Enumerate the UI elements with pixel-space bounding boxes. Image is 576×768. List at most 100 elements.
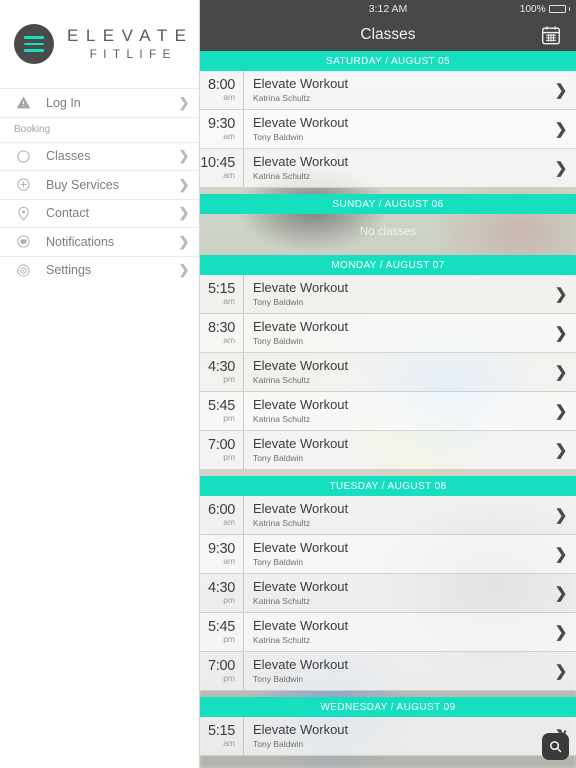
class-time-meridiem: pm: [223, 412, 235, 423]
class-time: 4:30 pm: [200, 574, 244, 612]
plus-circle-icon: [0, 177, 46, 192]
class-row[interactable]: 4:30 pm Elevate Workout Katrina Schultz ❯: [200, 353, 576, 392]
class-time-value: 4:30: [207, 579, 235, 596]
class-instructor: Tony Baldwin: [253, 453, 304, 464]
day-header: SUNDAY / AUGUST 06: [200, 194, 576, 214]
class-instructor: Katrina Schultz: [253, 414, 311, 425]
chevron-right-icon: ❯: [178, 205, 190, 221]
class-name: Elevate Workout: [253, 578, 349, 594]
class-time-value: 8:00: [207, 76, 235, 93]
class-info: Elevate Workout Tony Baldwin: [244, 539, 546, 568]
sidebar-item-classes[interactable]: Classes ❯: [0, 141, 199, 171]
class-time-meridiem: am: [223, 91, 235, 102]
day-header: SATURDAY / AUGUST 05: [200, 51, 576, 71]
class-instructor: Katrina Schultz: [253, 518, 311, 529]
no-classes-message: No classes: [359, 225, 417, 238]
class-instructor: Tony Baldwin: [253, 739, 304, 750]
chevron-right-icon: ❯: [554, 546, 568, 563]
hamburger-logo-icon[interactable]: [14, 24, 54, 64]
class-time: 5:45 pm: [200, 613, 244, 651]
schedule-list[interactable]: SATURDAY / AUGUST 05 8:00 am Elevate Workou…: [200, 51, 576, 756]
calendar-icon[interactable]: [540, 24, 562, 46]
class-time-meridiem: pm: [223, 451, 235, 462]
sidebar: ELEVATE FITLIFE Log In ❯ Booking Classes…: [0, 0, 200, 768]
class-time-value: 5:15: [207, 722, 235, 739]
class-row[interactable]: 9:30 am Elevate Workout Tony Baldwin ❯: [200, 110, 576, 149]
class-info: Elevate Workout Katrina Schultz: [244, 396, 546, 425]
class-name: Elevate Workout: [253, 279, 349, 295]
class-instructor: Katrina Schultz: [253, 635, 311, 646]
class-row[interactable]: 4:30 pm Elevate Workout Katrina Schultz ❯: [200, 574, 576, 613]
brand-name: ELEVATE: [67, 25, 194, 45]
sidebar-item-contact[interactable]: Contact ❯: [0, 198, 199, 228]
chevron-right-icon: ❯: [178, 262, 190, 278]
class-instructor: Tony Baldwin: [253, 132, 304, 143]
class-instructor: Tony Baldwin: [253, 557, 304, 568]
class-name: Elevate Workout: [253, 721, 349, 737]
battery-indicator: 100%: [520, 0, 570, 18]
class-instructor: Tony Baldwin: [253, 336, 304, 347]
class-name: Elevate Workout: [253, 617, 349, 633]
class-row[interactable]: 7:00 pm Elevate Workout Tony Baldwin ❯: [200, 652, 576, 691]
class-time-value: 5:45: [207, 397, 235, 414]
class-time-value: 4:30: [207, 358, 235, 375]
class-time-value: 5:45: [207, 618, 235, 635]
classes-panel: 3:12 AM 100% Classes SATURDAY / AUGUST 0…: [200, 0, 576, 768]
class-time: 7:00 pm: [200, 652, 244, 690]
class-time-value: 9:30: [207, 115, 235, 132]
class-info: Elevate Workout Katrina Schultz: [244, 578, 546, 607]
class-row[interactable]: 8:30 am Elevate Workout Tony Baldwin ❯: [200, 314, 576, 353]
sidebar-item-login[interactable]: Log In ❯: [0, 88, 199, 117]
class-row[interactable]: 9:30 am Elevate Workout Tony Baldwin ❯: [200, 535, 576, 574]
logo-bar-3: [24, 49, 44, 52]
sidebar-item-settings[interactable]: Settings ❯: [0, 255, 199, 285]
class-time: 8:30 am: [200, 314, 244, 352]
class-row[interactable]: 5:45 pm Elevate Workout Katrina Schultz ❯: [200, 613, 576, 652]
class-row[interactable]: 5:45 pm Elevate Workout Katrina Schultz ❯: [200, 392, 576, 431]
class-name: Elevate Workout: [253, 318, 349, 334]
chevron-right-icon: ❯: [178, 233, 190, 249]
battery-percent-label: 100%: [519, 3, 546, 15]
class-row[interactable]: 8:00 am Elevate Workout Katrina Schultz ❯: [200, 71, 576, 110]
day-header: WEDNESDAY / AUGUST 09: [200, 697, 576, 717]
class-info: Elevate Workout Tony Baldwin: [244, 436, 546, 464]
chevron-right-icon: ❯: [554, 585, 568, 602]
sidebar-item-buy-services[interactable]: Buy Services ❯: [0, 170, 199, 199]
circle-icon: [0, 149, 46, 164]
chevron-right-icon: ❯: [554, 442, 568, 459]
search-button[interactable]: [542, 733, 569, 760]
search-icon: [550, 741, 562, 753]
chevron-right-icon: ❯: [554, 403, 568, 420]
page-title: Classes: [360, 25, 416, 43]
chevron-right-icon: ❯: [178, 94, 190, 110]
class-info: Elevate Workout Katrina Schultz: [244, 154, 546, 182]
chevron-right-icon: ❯: [554, 624, 568, 641]
class-name: Elevate Workout: [253, 396, 349, 412]
sidebar-item-buy-services-label: Buy Services: [46, 177, 119, 192]
class-info: Elevate Workout Katrina Schultz: [244, 501, 546, 529]
class-time-meridiem: pm: [223, 594, 235, 605]
chevron-right-icon: ❯: [178, 148, 190, 164]
class-row[interactable]: 10:45 am Elevate Workout Katrina Schultz ❯: [200, 149, 576, 188]
sidebar-item-notifications[interactable]: Notifications ❯: [0, 227, 199, 256]
class-time-meridiem: am: [223, 516, 235, 527]
class-time-meridiem: am: [223, 555, 235, 566]
sidebar-item-classes-label: Classes: [46, 149, 91, 164]
class-time: 8:00 am: [200, 71, 244, 109]
class-time: 7:00 pm: [200, 431, 244, 469]
class-instructor: Tony Baldwin: [253, 674, 304, 685]
class-row[interactable]: 7:00 pm Elevate Workout Tony Baldwin ❯: [200, 431, 576, 470]
class-time: 4:30 pm: [200, 353, 244, 391]
class-time-meridiem: am: [223, 169, 235, 180]
brand-logo[interactable]: ELEVATE FITLIFE: [0, 0, 199, 88]
day-header: TUESDAY / AUGUST 08: [200, 476, 576, 496]
class-row[interactable]: 5:15amElevate WorkoutTony Baldwin❯: [200, 717, 576, 756]
class-name: Elevate Workout: [253, 539, 349, 555]
class-info: Elevate Workout Tony Baldwin: [244, 318, 546, 347]
class-row[interactable]: 5:15amElevate WorkoutTony Baldwin❯: [200, 275, 576, 314]
class-time-meridiem: am: [223, 130, 235, 141]
class-time-value: 10:45: [200, 154, 235, 171]
chevron-right-icon: ❯: [554, 364, 568, 381]
class-row[interactable]: 6:00 am Elevate Workout Katrina Schultz ❯: [200, 496, 576, 535]
class-instructor: Katrina Schultz: [253, 375, 311, 386]
